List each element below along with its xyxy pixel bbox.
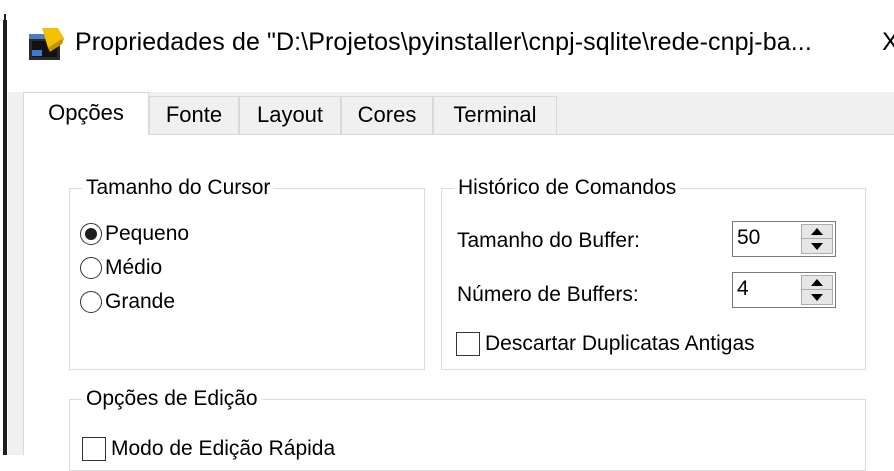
- quick-edit-option[interactable]: Modo de Edição Rápida: [82, 434, 335, 464]
- radio-label: Médio: [105, 256, 163, 279]
- radio-selected-dot: [85, 228, 97, 240]
- spin-up-icon[interactable]: [801, 275, 833, 290]
- command-history-title: Histórico de Comandos: [454, 175, 681, 201]
- cursor-size-title: Tamanho do Cursor: [82, 175, 275, 201]
- tab-layout[interactable]: Layout: [239, 96, 341, 134]
- discard-duplicates-option[interactable]: Descartar Duplicatas Antigas: [456, 329, 755, 359]
- window-left-edge: [0, 0, 8, 455]
- cursor-size-group: Tamanho do Cursor Pequeno Médio Grande: [69, 175, 425, 370]
- spinner-arrows[interactable]: [801, 224, 833, 254]
- radio-button-icon[interactable]: [80, 223, 102, 245]
- radio-medio[interactable]: Médio: [80, 253, 162, 283]
- buffer-count-spinner[interactable]: 4: [732, 272, 836, 308]
- radio-button-icon[interactable]: [80, 257, 102, 279]
- tab-cores[interactable]: Cores: [341, 96, 433, 134]
- tab-fonte[interactable]: Fonte: [149, 96, 239, 134]
- buffer-size-value[interactable]: 50: [737, 226, 760, 250]
- properties-dialog: Opções Fonte Layout Cores Terminal Taman…: [8, 92, 894, 471]
- command-history-group: Histórico de Comandos Tamanho do Buffer:…: [441, 175, 866, 370]
- radio-grande[interactable]: Grande: [80, 287, 175, 317]
- buffer-size-label: Tamanho do Buffer:: [457, 229, 640, 252]
- edit-options-title: Opções de Edição: [82, 386, 262, 412]
- radio-label: Grande: [105, 290, 176, 313]
- buffer-count-value[interactable]: 4: [737, 277, 749, 301]
- spin-down-icon[interactable]: [801, 290, 833, 305]
- radio-label: Pequeno: [105, 222, 190, 245]
- quick-edit-label: Modo de Edição Rápida: [111, 437, 336, 460]
- discard-duplicates-label: Descartar Duplicatas Antigas: [485, 332, 755, 355]
- spinner-arrows[interactable]: [801, 275, 833, 305]
- checkbox-icon[interactable]: [82, 437, 106, 461]
- title-bar[interactable]: Propriedades de "D:\Projetos\pyinstaller…: [8, 0, 894, 92]
- radio-button-icon[interactable]: [80, 291, 102, 313]
- close-icon[interactable]: X: [882, 28, 894, 57]
- spin-down-icon[interactable]: [801, 239, 833, 254]
- tab-opcoes[interactable]: Opções: [23, 92, 149, 135]
- edit-options-group: Opções de Edição Modo de Edição Rápida: [69, 386, 866, 471]
- tab-panel-opcoes: Tamanho do Cursor Pequeno Médio Grande H…: [23, 135, 894, 471]
- window-title: Propriedades de "D:\Projetos\pyinstaller…: [75, 28, 812, 56]
- radio-pequeno[interactable]: Pequeno: [80, 219, 189, 249]
- tab-terminal[interactable]: Terminal: [433, 96, 557, 134]
- spin-up-icon[interactable]: [801, 224, 833, 239]
- buffer-count-label: Número de Buffers:: [457, 283, 639, 306]
- buffer-size-spinner[interactable]: 50: [732, 221, 836, 257]
- edge-bar: [3, 20, 7, 455]
- checkbox-icon[interactable]: [456, 332, 480, 356]
- console-app-icon: [29, 28, 64, 60]
